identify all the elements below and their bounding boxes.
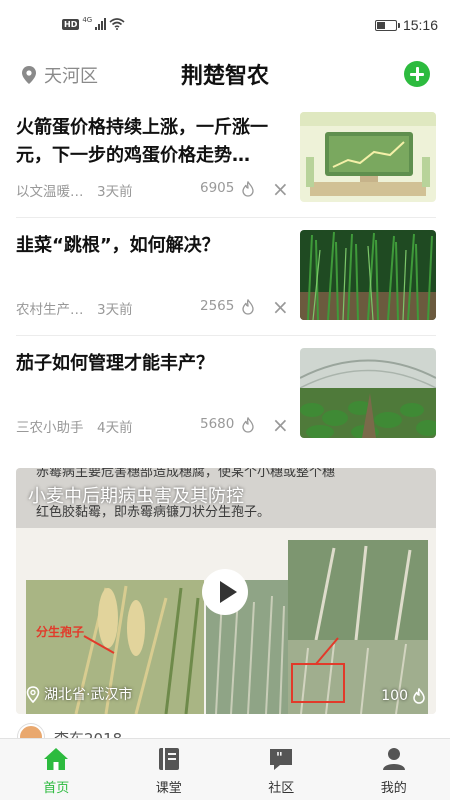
close-icon[interactable]: × [272, 295, 289, 319]
app-title: 荆楚智农 [180, 64, 269, 89]
tab-profile[interactable]: 我的 [338, 739, 450, 800]
article-title: 韭菜“跳根”，如何解决？ [16, 235, 220, 256]
fire-icon [413, 688, 425, 704]
article-meta: 三农小助手 4天前 5680 × [16, 413, 289, 437]
status-time: 15:16 [402, 17, 438, 33]
tab-home[interactable]: 首页 [0, 739, 113, 800]
fire-icon [242, 299, 254, 315]
article-card[interactable]: 茄子如何管理才能丰产？ 三农小助手 4天前 5680 × [16, 336, 436, 454]
home-icon [44, 748, 69, 770]
tab-label: 课堂 [155, 781, 182, 796]
chat-icon: " [270, 749, 293, 770]
article-views: 2565 [200, 298, 235, 314]
status-bar: HD 4G 15:16 [0, 0, 450, 52]
play-button[interactable] [202, 569, 248, 615]
article-thumbnail [300, 230, 436, 320]
article-views: 6905 [200, 180, 235, 196]
top-bar: 天河区 荆楚智农 [0, 52, 450, 96]
signal-icon [95, 18, 107, 30]
video-location-label: 湖北省·武汉市 [44, 687, 133, 703]
tab-label: 社区 [268, 781, 295, 796]
tab-label: 我的 [380, 781, 407, 796]
video-location: 湖北省·武汉市 [26, 684, 132, 704]
annotation-label: 分生孢子 [36, 624, 84, 639]
article-views: 5680 [200, 416, 235, 432]
bottom-tab-bar: 首页 课堂 " 社区 我的 [0, 738, 450, 800]
location-pin-icon [26, 685, 40, 703]
article-time: 3天前 [97, 302, 133, 318]
hd-badge: HD [62, 18, 80, 30]
article-source: 三农小助手 [16, 420, 84, 436]
network-type: 4G [82, 16, 93, 24]
article-title: 火箭蛋价格持续上涨，一斤涨一元，下一步的鸡蛋价格走势… [16, 117, 268, 166]
article-card[interactable]: 韭菜“跳根”，如何解决？ 农村生产… 3天前 2565 × [16, 218, 436, 336]
user-icon [382, 748, 405, 770]
status-icons: HD 4G [62, 16, 125, 30]
tab-classroom[interactable]: 课堂 [113, 739, 226, 800]
close-icon[interactable]: × [272, 413, 289, 437]
close-icon[interactable]: × [272, 177, 289, 201]
wifi-icon [109, 18, 125, 30]
tab-community[interactable]: " 社区 [225, 739, 338, 800]
svg-text:": " [276, 751, 283, 766]
battery-icon [374, 19, 400, 31]
video-views-count: 100 [381, 688, 408, 704]
article-card[interactable]: 火箭蛋价格持续上涨，一斤涨一元，下一步的鸡蛋价格走势… 以文温暖… 3天前 69… [16, 100, 436, 218]
video-title: 小麦中后期病虫害及其防控 [28, 486, 244, 507]
tab-label: 首页 [43, 781, 70, 796]
article-time: 4天前 [97, 420, 133, 436]
fire-icon [242, 417, 254, 433]
article-thumbnail [300, 348, 436, 438]
article-title: 茄子如何管理才能丰产？ [16, 353, 214, 374]
add-button[interactable] [404, 61, 430, 87]
book-icon [158, 748, 179, 770]
article-meta: 以文温暖… 3天前 6905 × [16, 177, 289, 201]
article-source: 以文温暖… [16, 184, 84, 200]
article-meta: 农村生产… 3天前 2565 × [16, 295, 289, 319]
article-thumbnail [300, 112, 436, 202]
article-time: 3天前 [97, 184, 133, 200]
fire-icon [242, 181, 254, 197]
article-source: 农村生产… [16, 302, 84, 318]
video-views: 100 [381, 688, 426, 704]
video-card[interactable]: 赤霉病主要危害穗部造成穗腐，使某个小穗或整个穗 红色胶黏霉，即赤霉病镰刀状分生孢… [16, 468, 436, 714]
